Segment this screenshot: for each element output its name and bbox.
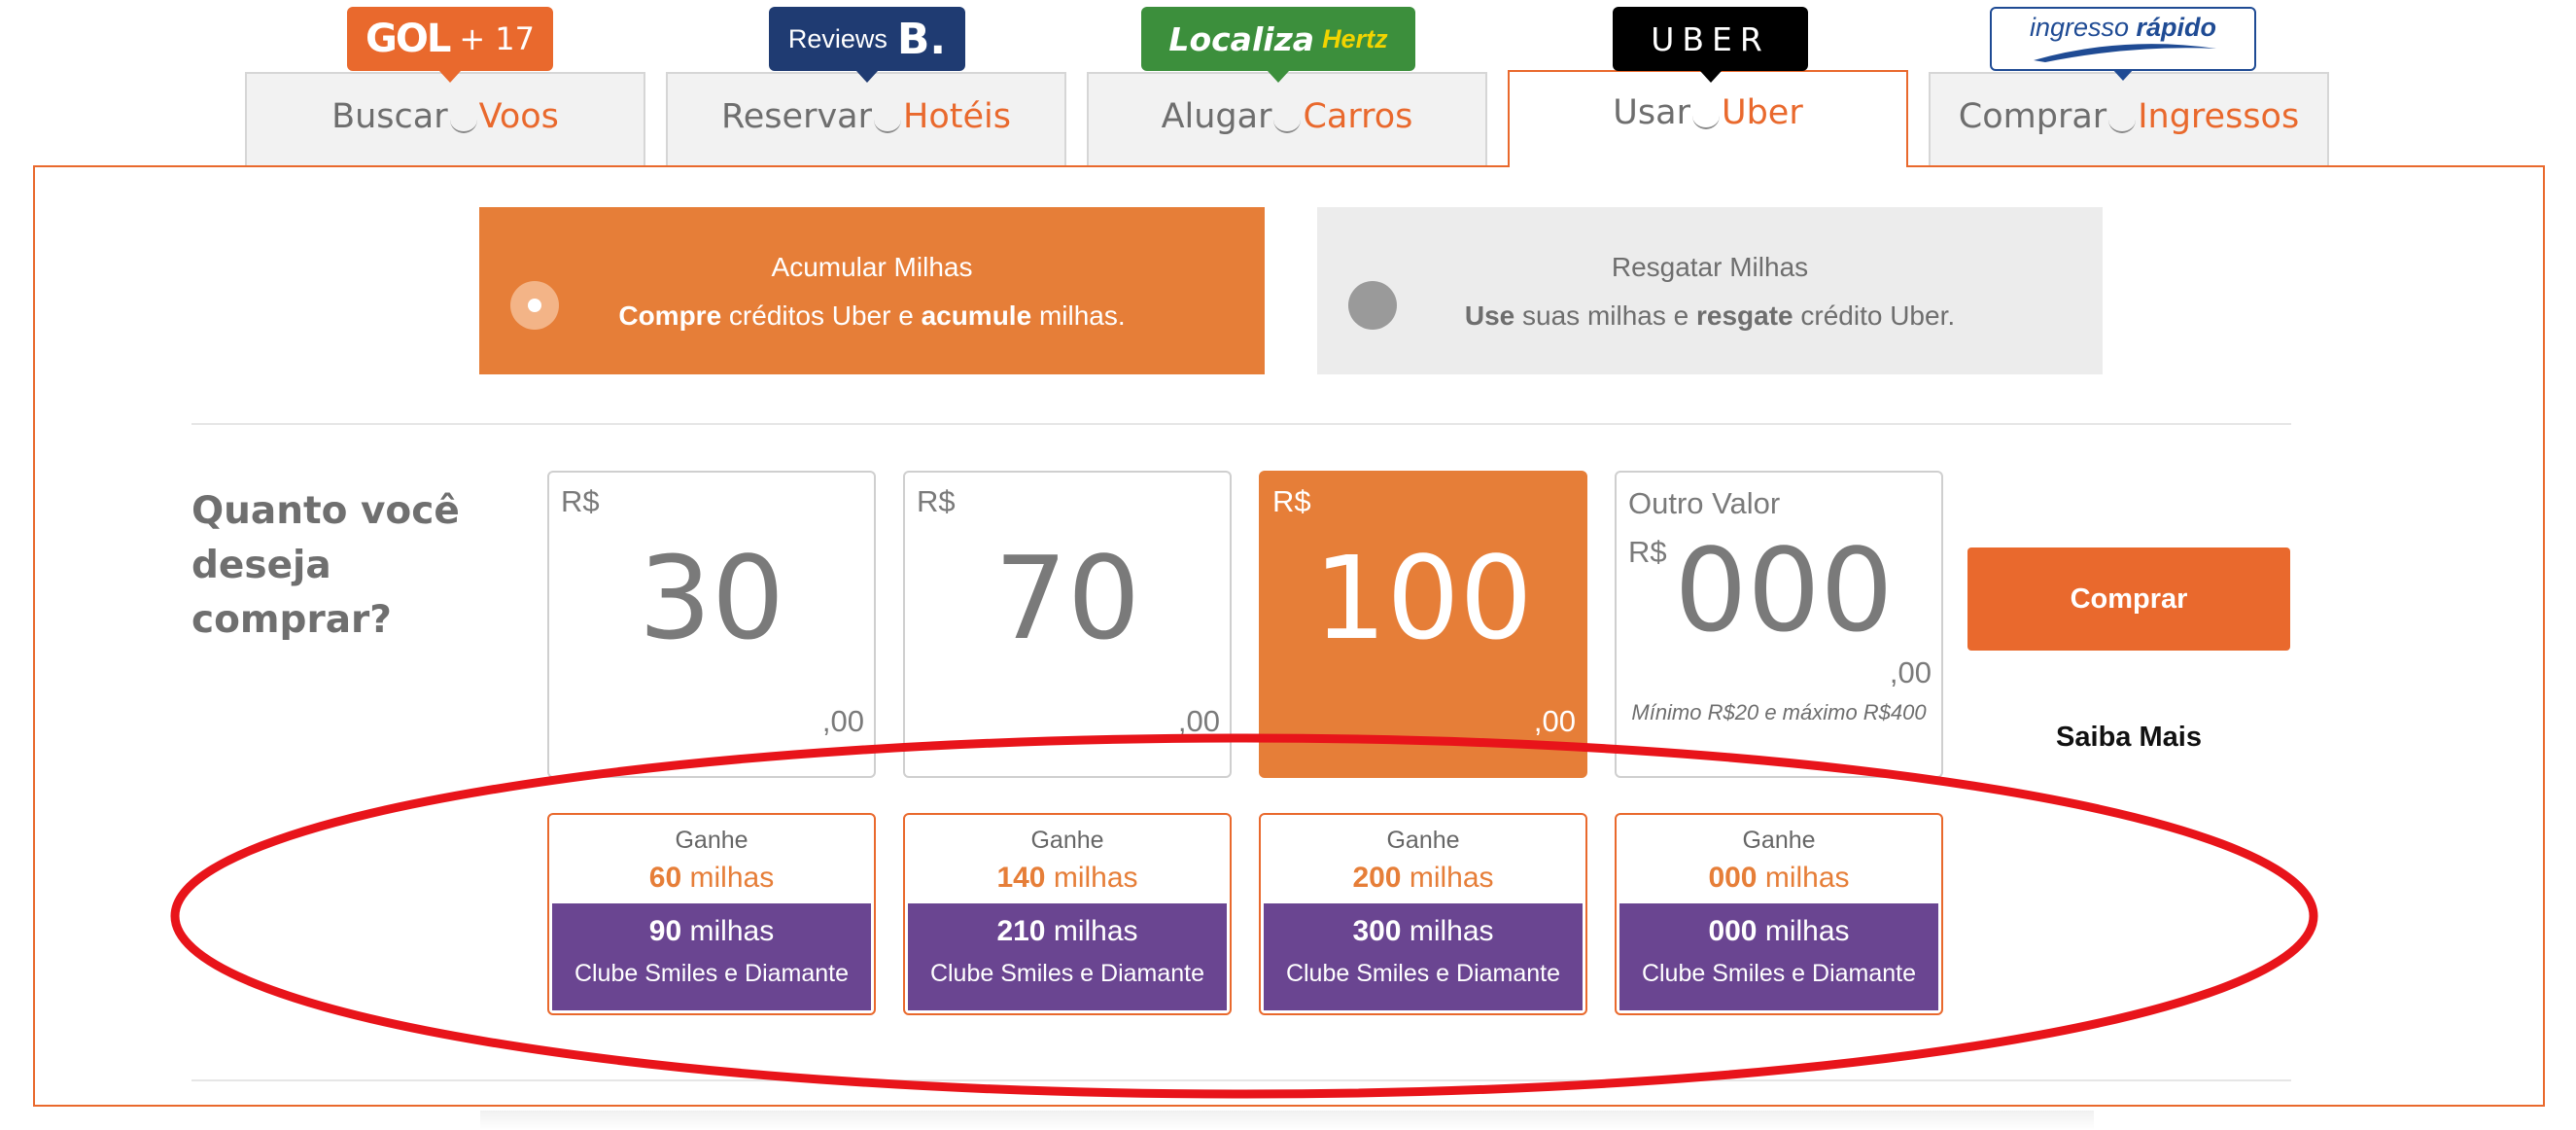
amount-question: Quanto você deseja comprar? xyxy=(191,489,460,642)
amount-cents: ,00 xyxy=(1889,655,1932,689)
ingresso-text: ingresso xyxy=(2029,13,2130,42)
earn-label: Ganhe xyxy=(1030,827,1104,854)
gol-logo: GOL + 17 xyxy=(347,7,553,83)
tab-flights-highlight: Voos xyxy=(478,97,559,136)
localiza-hertz-logo: Localiza Hertz xyxy=(1141,7,1415,83)
tab-cars[interactable]: Alugar Carros xyxy=(1087,72,1487,165)
earn-card-custom: Ganhe 000 milhas 000 milhas Clube Smiles… xyxy=(1615,813,1943,1015)
tab-hotels-prefix: Reservar xyxy=(721,97,873,136)
tab-uber-highlight: Uber xyxy=(1721,93,1803,132)
tab-tickets-highlight: Ingressos xyxy=(2138,97,2300,136)
tab-tickets-prefix: Comprar xyxy=(1958,97,2107,136)
earn-miles: 140 milhas xyxy=(996,862,1138,894)
amount-value: 70 xyxy=(993,531,1141,665)
tab-uber-prefix: Usar xyxy=(1613,93,1690,132)
divider xyxy=(191,1079,2291,1081)
tab-hotels-highlight: Hotéis xyxy=(903,97,1011,136)
amount-cents: ,00 xyxy=(1177,704,1220,738)
hertz-text: Hertz xyxy=(1322,23,1388,53)
tab-tickets[interactable]: Comprar Ingressos xyxy=(1929,72,2329,165)
tab-flights-prefix: Buscar xyxy=(331,97,448,136)
tab-flights[interactable]: Buscar Voos xyxy=(245,72,645,165)
amount-cents: ,00 xyxy=(1533,704,1576,738)
smile-separator-icon xyxy=(449,118,477,133)
amount-value: 100 xyxy=(1313,531,1533,665)
earn-label: Ganhe xyxy=(1742,827,1816,854)
club-bonus: 300 milhas Clube Smiles e Diamante xyxy=(1264,903,1583,1010)
buy-button[interactable]: Comprar xyxy=(1967,547,2290,651)
swoosh-icon xyxy=(2034,44,2216,62)
redeem-miles-option[interactable]: Resgatar Milhas Use suas milhas e resgat… xyxy=(1317,207,2103,374)
amount-option-30[interactable]: R$ 30 ,00 xyxy=(547,471,876,778)
amount-option-70[interactable]: R$ 70 ,00 xyxy=(903,471,1232,778)
earn-card-100: Ganhe 200 milhas 300 milhas Clube Smiles… xyxy=(1259,813,1587,1015)
currency-label: R$ xyxy=(1272,484,1311,518)
uber-logo: UBER xyxy=(1613,7,1808,83)
redeem-description: Use suas milhas e resgate crédito Uber. xyxy=(1464,300,1956,331)
smile-separator-icon xyxy=(1273,118,1302,133)
smile-separator-icon xyxy=(874,118,902,133)
currency-label: R$ xyxy=(561,484,600,518)
custom-amount-note: Mínimo R$20 e máximo R$400 xyxy=(1631,700,1927,724)
bottom-shadow xyxy=(480,1111,2094,1130)
redeem-title: Resgatar Milhas xyxy=(1611,252,1809,282)
smile-separator-icon xyxy=(1691,114,1720,129)
accumulate-description: Compre créditos Uber e acumule milhas. xyxy=(618,300,1126,331)
custom-amount-option[interactable]: Outro Valor R$ 000 ,00 Mínimo R$20 e máx… xyxy=(1615,471,1943,778)
tab-uber[interactable]: Usar Uber xyxy=(1508,70,1908,167)
club-bonus: 90 milhas Clube Smiles e Diamante xyxy=(552,903,871,1010)
amount-value: 30 xyxy=(638,531,785,665)
earn-label: Ganhe xyxy=(675,827,748,854)
earn-miles: 200 milhas xyxy=(1352,862,1494,894)
localiza-text: Localiza xyxy=(1168,19,1315,58)
earn-card-30: Ganhe 60 milhas 90 milhas Clube Smiles e… xyxy=(547,813,876,1015)
earn-card-70: Ganhe 140 milhas 210 milhas Clube Smiles… xyxy=(903,813,1232,1015)
learn-more-link[interactable]: Saiba Mais xyxy=(1967,722,2290,754)
tab-cars-highlight: Carros xyxy=(1303,97,1413,136)
accumulate-title: Acumular Milhas xyxy=(771,252,973,282)
amount-cents: ,00 xyxy=(821,704,864,738)
custom-amount-label: Outro Valor xyxy=(1628,486,1781,520)
tab-cars-prefix: Alugar xyxy=(1161,97,1272,136)
accumulate-miles-option[interactable]: Acumular Milhas Compre créditos Uber e a… xyxy=(479,207,1265,374)
earn-label: Ganhe xyxy=(1386,827,1460,854)
booking-reviews-text: Reviews xyxy=(787,23,888,53)
uber-text: UBER xyxy=(1651,19,1770,58)
divider xyxy=(191,423,2291,425)
booking-logo: Reviews B. xyxy=(769,7,965,83)
custom-amount-input[interactable]: 000 xyxy=(1617,523,1941,657)
club-bonus: 210 milhas Clube Smiles e Diamante xyxy=(908,903,1227,1010)
tab-hotels[interactable]: Reservar Hotéis xyxy=(666,72,1066,165)
club-bonus: 000 milhas Clube Smiles e Diamante xyxy=(1619,903,1938,1010)
smile-separator-icon xyxy=(2108,118,2137,133)
rapido-text: rápido xyxy=(2136,13,2217,42)
earn-miles: 60 milhas xyxy=(648,862,775,894)
booking-letter: B. xyxy=(896,14,947,64)
gol-plus: + 17 xyxy=(459,20,536,57)
ingresso-rapido-logo: ingresso rápido xyxy=(1990,7,2256,81)
earn-miles: 000 milhas xyxy=(1708,862,1850,894)
amount-option-100[interactable]: R$ 100 ,00 xyxy=(1259,471,1587,778)
currency-label: R$ xyxy=(917,484,956,518)
gol-brand: GOL xyxy=(365,17,451,61)
